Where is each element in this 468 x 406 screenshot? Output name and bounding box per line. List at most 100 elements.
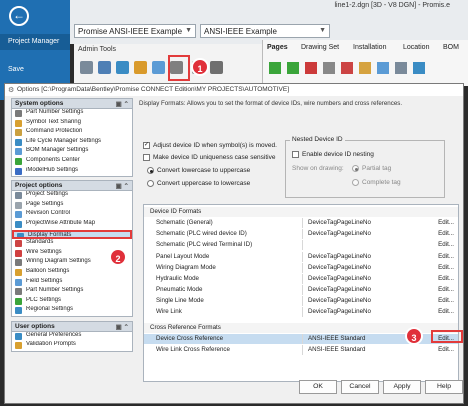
edit-button[interactable]: Edit...: [438, 264, 454, 271]
complete-tag-radio[interactable]: [352, 179, 359, 186]
tab-location[interactable]: Location: [403, 44, 429, 51]
document-icon[interactable]: [80, 61, 93, 74]
edit-button[interactable]: Edit...: [438, 253, 454, 260]
table-row[interactable]: Schematic (PLC wired Terminal ID) Edit...: [144, 240, 458, 251]
back-arrow-icon[interactable]: ←: [9, 6, 29, 26]
sidebar-item-projectwise-map[interactable]: ProjectWise Attribute Map: [12, 219, 132, 230]
row-name: Panel Layout Mode: [156, 253, 210, 260]
sidebar-item-imodelhub[interactable]: iModelHub Settings: [12, 166, 132, 177]
table-row[interactable]: Panel Layout Mode DeviceTagPageLineNo Edit…: [144, 252, 458, 263]
add-child-icon[interactable]: [287, 62, 299, 74]
ok-button[interactable]: OK: [299, 380, 337, 394]
sidebar-item-life-cycle-manager[interactable]: Life Cycle Manager Settings: [12, 137, 132, 148]
sidebar-item-display-formats[interactable]: Display Formats: [12, 229, 132, 240]
partial-tag-radio[interactable]: [352, 165, 359, 172]
sidebar-item-validation-prompts[interactable]: Validation Prompts: [12, 341, 132, 352]
table-row[interactable]: Wire Link DeviceTagPageLineNo Edit...: [144, 307, 458, 318]
sidebar-item-part-number-settings[interactable]: Part Number Settings: [12, 109, 132, 119]
sidebar-item-part-number-settings-project[interactable]: Part Number Settings: [12, 287, 132, 297]
preferences-icon: [15, 332, 22, 340]
sidebar-item-label: Part Number Settings: [26, 287, 84, 294]
edit-button[interactable]: Edit...: [438, 230, 454, 237]
apply-button[interactable]: Apply: [383, 380, 421, 394]
convert-lower-radio[interactable]: [147, 180, 154, 187]
enable-nesting-checkbox[interactable]: [292, 151, 299, 158]
edit-button[interactable]: Edit...: [438, 241, 454, 248]
edit-button[interactable]: Edit...: [438, 286, 454, 293]
sidebar-item-bom-manager[interactable]: BOM Manager Settings: [12, 147, 132, 157]
table-row[interactable]: Schematic (General) DeviceTagPageLineNo Ed…: [144, 218, 458, 229]
user-options-label: User options: [15, 322, 55, 330]
sidebar-item-label: Standards: [26, 239, 54, 246]
row-value: DeviceTagPageLineNo: [308, 219, 371, 226]
refresh-icon[interactable]: [413, 62, 425, 74]
sidebar-item-command-protection[interactable]: Command Protection: [12, 128, 132, 138]
table-row[interactable]: Pneumatic Mode DeviceTagPageLineNo Edit...: [144, 285, 458, 296]
collapse-icon[interactable]: ▣ ⌃: [116, 182, 129, 190]
divider: [302, 334, 303, 345]
user-options-header[interactable]: User options ▣ ⌃: [11, 320, 133, 332]
collapse-icon[interactable]: ▣ ⌃: [116, 100, 129, 108]
row-name: Schematic (PLC wired Terminal ID): [156, 241, 253, 248]
sidebar-item-label: ProjectWise Attribute Map: [26, 219, 96, 226]
project-options-label: Project options: [15, 182, 63, 190]
sidebar-item-standards[interactable]: Standards: [12, 239, 132, 249]
close-icon[interactable]: [323, 62, 335, 74]
table-row[interactable]: Wiring Diagram Mode DeviceTagPageLineNo Ed…: [144, 263, 458, 274]
tab-installation[interactable]: Installation: [353, 44, 386, 51]
edit-icon[interactable]: [359, 62, 371, 74]
standard-select-left[interactable]: Promise ANSI-IEEE Example ▼: [74, 24, 196, 38]
save-item[interactable]: Save: [8, 66, 24, 73]
database-icon[interactable]: [116, 61, 129, 74]
help-button[interactable]: Help: [425, 380, 463, 394]
map-icon: [15, 220, 22, 228]
sidebar-item-components-center[interactable]: Components Center: [12, 156, 132, 167]
tab-bom[interactable]: BOM: [443, 44, 459, 51]
table-row[interactable]: Schematic (PLC wired device ID) DeviceTag…: [144, 229, 458, 240]
add-icon[interactable]: [269, 62, 281, 74]
sidebar-item-field-settings[interactable]: Field Settings: [12, 277, 132, 288]
components-icon[interactable]: [134, 61, 147, 74]
sidebar-item-label: General Preferences: [26, 331, 82, 338]
edit-button[interactable]: Edit...: [438, 275, 454, 282]
link-icon[interactable]: [377, 62, 389, 74]
tools-icon[interactable]: [210, 61, 223, 74]
system-options-header[interactable]: System options ▣ ⌃: [11, 98, 133, 109]
sidebar-item-project-settings[interactable]: Project Settings: [12, 191, 132, 201]
standard-select-right[interactable]: ANSI-IEEE Example ▼: [200, 24, 330, 38]
cancel-button[interactable]: Cancel: [341, 380, 379, 394]
convert-upper-radio[interactable]: [147, 167, 154, 174]
sidebar-item-general-preferences[interactable]: General Preferences: [12, 331, 132, 342]
callout-badge-2: 2: [109, 248, 127, 266]
sidebar-item-balloon-settings[interactable]: Balloon Settings: [12, 267, 132, 278]
delete-icon[interactable]: [341, 62, 353, 74]
edit-button[interactable]: Edit...: [438, 308, 454, 315]
project-options-header[interactable]: Project options ▣ ⌃: [11, 180, 133, 192]
edit-button[interactable]: Edit...: [438, 219, 454, 226]
sidebar-item-symbol-text-sharing[interactable]: Symbol Text Sharing: [12, 118, 132, 129]
tab-pages[interactable]: Pages: [267, 44, 288, 51]
edit-button[interactable]: Edit...: [438, 346, 454, 353]
list-icon[interactable]: [98, 61, 111, 74]
make-unique-checkbox[interactable]: [143, 154, 150, 161]
page-icon[interactable]: [395, 62, 407, 74]
renumber-icon[interactable]: [305, 62, 317, 74]
project-manager-item[interactable]: Project Manager: [8, 38, 59, 45]
row-name: Wiring Diagram Mode: [156, 264, 216, 271]
table-row[interactable]: Single Line Mode DeviceTagPageLineNo Edit.…: [144, 296, 458, 307]
edit-button[interactable]: Edit...: [438, 297, 454, 304]
table-row[interactable]: Hydraulic Mode DeviceTagPageLineNo Edit...: [144, 274, 458, 285]
settings-icon[interactable]: [152, 61, 165, 74]
sidebar-item-regional-settings[interactable]: Regional Settings: [12, 306, 132, 316]
symbol-icon: [15, 119, 22, 127]
sidebar-item-plc-settings[interactable]: PLC Settings: [12, 296, 132, 307]
collapse-icon[interactable]: ▣ ⌃: [116, 323, 129, 331]
tab-drawing-set[interactable]: Drawing Set: [301, 44, 339, 51]
system-options-list: Part Number Settings Symbol Text Sharing…: [11, 109, 133, 178]
table-row[interactable]: Wire Link Cross Reference ANSI-IEEE Stand…: [144, 345, 458, 356]
sidebar-item-revision-control[interactable]: Revision Control: [12, 210, 132, 220]
sidebar-item-page-settings[interactable]: Page Settings: [12, 200, 132, 211]
adjust-device-id-checkbox[interactable]: ✓: [143, 142, 150, 149]
row-value: DeviceTagPageLineNo: [308, 297, 371, 304]
row-name: Schematic (PLC wired device ID): [156, 230, 247, 237]
